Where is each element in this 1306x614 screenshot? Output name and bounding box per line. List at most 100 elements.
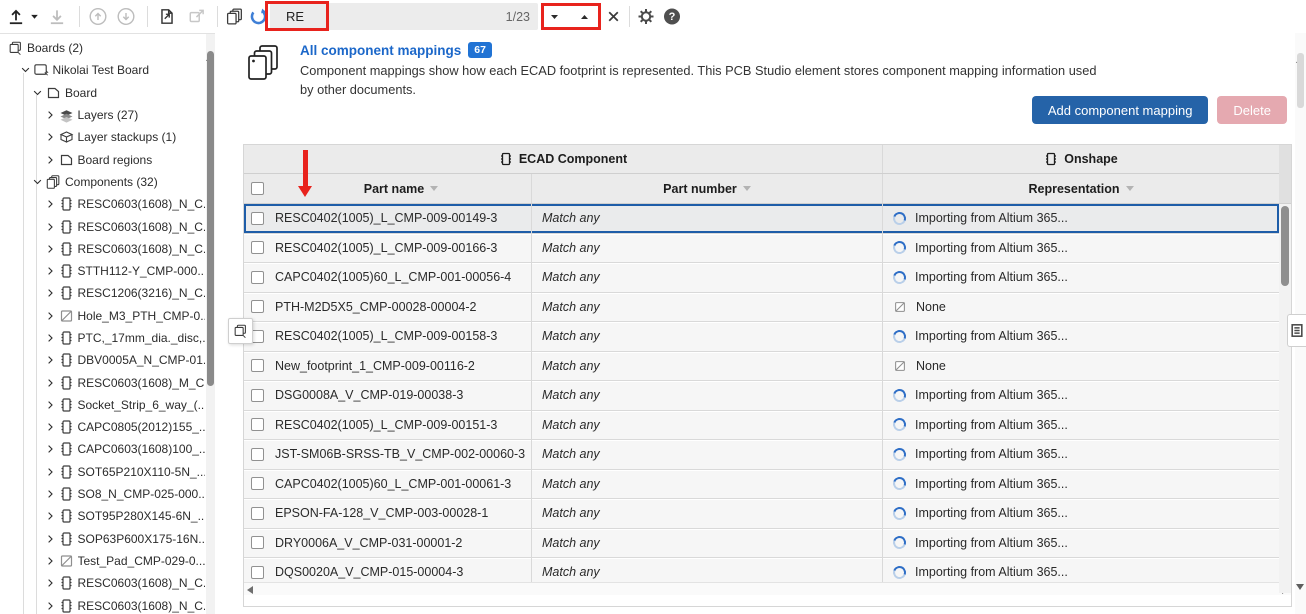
- tree-item[interactable]: Board: [0, 82, 205, 104]
- part-number-column-header[interactable]: Part number: [531, 174, 882, 203]
- chevron-right-icon[interactable]: [44, 310, 57, 322]
- chevron-right-icon[interactable]: [44, 443, 57, 455]
- chevron-right-icon[interactable]: [44, 198, 57, 210]
- scroll-left-arrow-icon[interactable]: [247, 586, 253, 594]
- row-checkbox[interactable]: [251, 477, 264, 490]
- properties-panel-tab[interactable]: [1287, 314, 1306, 347]
- chevron-right-icon[interactable]: [44, 221, 57, 233]
- sidebar-scrollbar-thumb[interactable]: [207, 51, 214, 386]
- close-icon[interactable]: [606, 9, 621, 24]
- tree-item[interactable]: Board regions: [0, 148, 205, 170]
- help-icon[interactable]: ?: [663, 7, 681, 26]
- chevron-right-icon[interactable]: [44, 243, 57, 255]
- row-checkbox[interactable]: [251, 271, 264, 284]
- row-checkbox[interactable]: [251, 300, 264, 313]
- tree-item[interactable]: Hole_M3_PTH_CMP-0...: [0, 305, 205, 327]
- tree-item[interactable]: RESC0603(1608)_M_C...: [0, 371, 205, 393]
- scroll-up-arrow-icon[interactable]: [206, 38, 215, 46]
- chevron-right-icon[interactable]: [44, 354, 57, 366]
- chevron-right-icon[interactable]: [44, 265, 57, 277]
- tree-item[interactable]: RESC0603(1608)_N_C...: [0, 572, 205, 594]
- tree-item[interactable]: CAPC0603(1608)100_...: [0, 438, 205, 460]
- chevron-right-icon[interactable]: [44, 399, 57, 411]
- chevron-right-icon[interactable]: [44, 555, 57, 567]
- row-checkbox[interactable]: [251, 359, 264, 372]
- row-checkbox[interactable]: [251, 536, 264, 549]
- tree-item[interactable]: Nikolai Test Board: [0, 59, 205, 81]
- chevron-right-icon[interactable]: [44, 154, 57, 166]
- table-row[interactable]: DSG0008A_V_CMP-019-00038-3 Match any Imp…: [244, 381, 1279, 411]
- chevron-right-icon[interactable]: [44, 488, 57, 500]
- sort-caret-icon[interactable]: [1126, 186, 1134, 191]
- sync-icon[interactable]: [249, 7, 268, 26]
- row-checkbox[interactable]: [251, 448, 264, 461]
- add-component-mapping-button[interactable]: Add component mapping: [1032, 96, 1209, 124]
- table-row[interactable]: PTH-M2D5X5_CMP-00028-00004-2 Match any N…: [244, 293, 1279, 323]
- table-row[interactable]: RESC0402(1005)_L_CMP-009-00158-3 Match a…: [244, 322, 1279, 352]
- chevron-right-icon[interactable]: [44, 577, 57, 589]
- table-row[interactable]: CAPC0402(1005)60_L_CMP-001-00056-4 Match…: [244, 263, 1279, 293]
- delete-button[interactable]: Delete: [1217, 96, 1287, 124]
- table-scrollbar-thumb[interactable]: [1281, 206, 1289, 286]
- row-checkbox[interactable]: [251, 566, 264, 579]
- table-row[interactable]: RESC0402(1005)_L_CMP-009-00149-3 Match a…: [244, 204, 1279, 234]
- tree-item[interactable]: RESC0603(1608)_N_C...: [0, 594, 205, 614]
- search-input[interactable]: [270, 9, 460, 24]
- sort-caret-icon[interactable]: [430, 186, 438, 191]
- table-row[interactable]: RESC0402(1005)_L_CMP-009-00151-3 Match a…: [244, 411, 1279, 441]
- table-row[interactable]: New_footprint_1_CMP-009-00116-2 Match an…: [244, 352, 1279, 382]
- sort-caret-icon[interactable]: [743, 186, 751, 191]
- chevron-right-icon[interactable]: [44, 600, 57, 612]
- upload-menu-caret-icon[interactable]: [29, 11, 40, 22]
- tree-item[interactable]: SOT95P280X145-6N_...: [0, 505, 205, 527]
- row-checkbox[interactable]: [251, 241, 264, 254]
- tree-item[interactable]: DBV0005A_N_CMP-01...: [0, 349, 205, 371]
- boards-panel-tab[interactable]: [228, 318, 253, 344]
- table-row[interactable]: CAPC0402(1005)60_L_CMP-001-00061-3 Match…: [244, 470, 1279, 500]
- chevron-down-icon[interactable]: [31, 87, 44, 99]
- paste-icon[interactable]: [157, 7, 177, 26]
- find-previous-icon[interactable]: [578, 11, 591, 23]
- chevron-right-icon[interactable]: [44, 287, 57, 299]
- chevron-right-icon[interactable]: [44, 131, 57, 143]
- tree-item[interactable]: Socket_Strip_6_way_(...: [0, 394, 205, 416]
- tree-item[interactable]: SO8_N_CMP-025-000...: [0, 483, 205, 505]
- sidebar-scrollbar[interactable]: [206, 34, 215, 614]
- scroll-down-arrow-icon[interactable]: [1296, 590, 1304, 608]
- tree-item[interactable]: Components (32): [0, 171, 205, 193]
- tree-item[interactable]: PTC,_17mm_dia._disc,...: [0, 327, 205, 349]
- chevron-right-icon[interactable]: [44, 332, 57, 344]
- tree-item[interactable]: RESC0603(1608)_N_C...: [0, 215, 205, 237]
- chevron-right-icon[interactable]: [44, 421, 57, 433]
- row-checkbox[interactable]: [251, 418, 264, 431]
- tree-item[interactable]: RESC1206(3216)_N_C...: [0, 282, 205, 304]
- select-all-checkbox[interactable]: [251, 182, 264, 195]
- table-row[interactable]: DRY0006A_V_CMP-031-00001-2 Match any Imp…: [244, 529, 1279, 559]
- tree-item[interactable]: RESC0603(1608)_N_C...: [0, 193, 205, 215]
- table-horizontal-scrollbar[interactable]: [244, 582, 1291, 595]
- chevron-down-icon[interactable]: [19, 64, 32, 76]
- chevron-right-icon[interactable]: [44, 533, 57, 545]
- table-row[interactable]: JST-SM06B-SRSS-TB_V_CMP-002-00060-3 Matc…: [244, 440, 1279, 470]
- row-checkbox[interactable]: [251, 389, 264, 402]
- tree-item[interactable]: Layer stackups (1): [0, 126, 205, 148]
- part-name-column-header[interactable]: Part name: [271, 174, 531, 203]
- tree-item[interactable]: Test_Pad_CMP-029-0...: [0, 550, 205, 572]
- chevron-right-icon[interactable]: [44, 510, 57, 522]
- tree-item[interactable]: SOT65P210X110-5N_...: [0, 461, 205, 483]
- table-row[interactable]: EPSON-FA-128_V_CMP-003-00028-1 Match any…: [244, 499, 1279, 529]
- tree-item[interactable]: Boards (2): [0, 37, 205, 59]
- page-title[interactable]: All component mappings: [300, 43, 461, 58]
- chevron-right-icon[interactable]: [44, 466, 57, 478]
- upload-icon[interactable]: [6, 7, 26, 26]
- scrollbar-track[interactable]: [1279, 204, 1291, 593]
- chevron-right-icon[interactable]: [44, 109, 57, 121]
- tree-item[interactable]: STTH112-Y_CMP-000...: [0, 260, 205, 282]
- tree-item[interactable]: RESC0603(1608)_N_C...: [0, 238, 205, 260]
- settings-gear-icon[interactable]: [637, 7, 655, 26]
- tree-item[interactable]: Layers (27): [0, 104, 205, 126]
- table-row[interactable]: RESC0402(1005)_L_CMP-009-00166-3 Match a…: [244, 234, 1279, 264]
- row-checkbox[interactable]: [251, 212, 264, 225]
- chevron-down-icon[interactable]: [31, 176, 44, 188]
- tree-item[interactable]: CAPC0805(2012)155_...: [0, 416, 205, 438]
